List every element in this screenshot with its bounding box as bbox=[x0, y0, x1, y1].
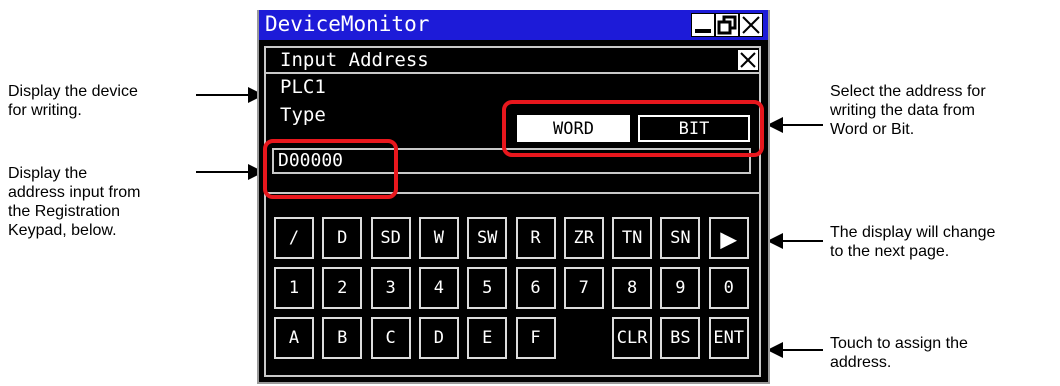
key-sd[interactable]: SD bbox=[370, 217, 411, 259]
key-w[interactable]: W bbox=[418, 217, 459, 259]
key-tn[interactable]: TN bbox=[612, 217, 653, 259]
key-b[interactable]: B bbox=[322, 317, 363, 359]
minimize-icon bbox=[695, 29, 711, 33]
key-6[interactable]: 6 bbox=[515, 267, 556, 309]
key-slash[interactable]: / bbox=[274, 217, 314, 259]
key-d[interactable]: D bbox=[322, 217, 363, 259]
close-button[interactable] bbox=[739, 13, 763, 37]
key-clr[interactable]: CLR bbox=[612, 317, 653, 359]
key-f[interactable]: F bbox=[515, 317, 556, 359]
annotation-assign: Touch to assign the address. bbox=[830, 335, 968, 371]
highlight-type-selector bbox=[502, 100, 764, 157]
key-d[interactable]: D bbox=[418, 317, 459, 359]
key-7[interactable]: 7 bbox=[563, 267, 604, 309]
key-2[interactable]: 2 bbox=[322, 267, 363, 309]
annotation-next-page: The display will change to the next page… bbox=[830, 224, 996, 260]
registration-keypad: / D SD W SW R ZR TN SN ▶ 1 2 3 4 5 6 7 8 9 0 A B C D E F CLR BS ENT bbox=[266, 48, 759, 375]
key-a[interactable]: A bbox=[274, 317, 314, 359]
minimize-button[interactable] bbox=[691, 13, 715, 37]
key-bs[interactable]: BS bbox=[660, 317, 701, 359]
annotation-display-address: Display the address input from the Regis… bbox=[8, 165, 141, 239]
key-c[interactable]: C bbox=[370, 317, 411, 359]
key-5[interactable]: 5 bbox=[467, 267, 508, 309]
window-title: DeviceMonitor bbox=[265, 12, 430, 36]
key-r[interactable]: R bbox=[515, 217, 556, 259]
input-address-dialog: Input Address PLC1 Type WORD BIT D00000 … bbox=[264, 46, 761, 377]
restore-icon bbox=[717, 15, 737, 35]
key-sn[interactable]: SN bbox=[660, 217, 701, 259]
title-bar: DeviceMonitor bbox=[259, 10, 768, 40]
annotation-select-type: Select the address for writing the data … bbox=[830, 83, 986, 138]
key-4[interactable]: 4 bbox=[418, 267, 459, 309]
key-3[interactable]: 3 bbox=[370, 267, 411, 309]
key-1[interactable]: 1 bbox=[274, 267, 314, 309]
key-e[interactable]: E bbox=[467, 317, 508, 359]
close-icon bbox=[742, 16, 760, 34]
key-0[interactable]: 0 bbox=[708, 267, 749, 309]
annotation-display-device: Display the device for writing. bbox=[8, 83, 138, 119]
key-8[interactable]: 8 bbox=[612, 267, 653, 309]
highlight-address-field bbox=[263, 139, 398, 199]
key-9[interactable]: 9 bbox=[660, 267, 701, 309]
key-zr[interactable]: ZR bbox=[563, 217, 604, 259]
key-next-page[interactable]: ▶ bbox=[708, 217, 749, 259]
key-sw[interactable]: SW bbox=[467, 217, 508, 259]
restore-button[interactable] bbox=[715, 13, 739, 37]
key-ent[interactable]: ENT bbox=[708, 317, 749, 359]
